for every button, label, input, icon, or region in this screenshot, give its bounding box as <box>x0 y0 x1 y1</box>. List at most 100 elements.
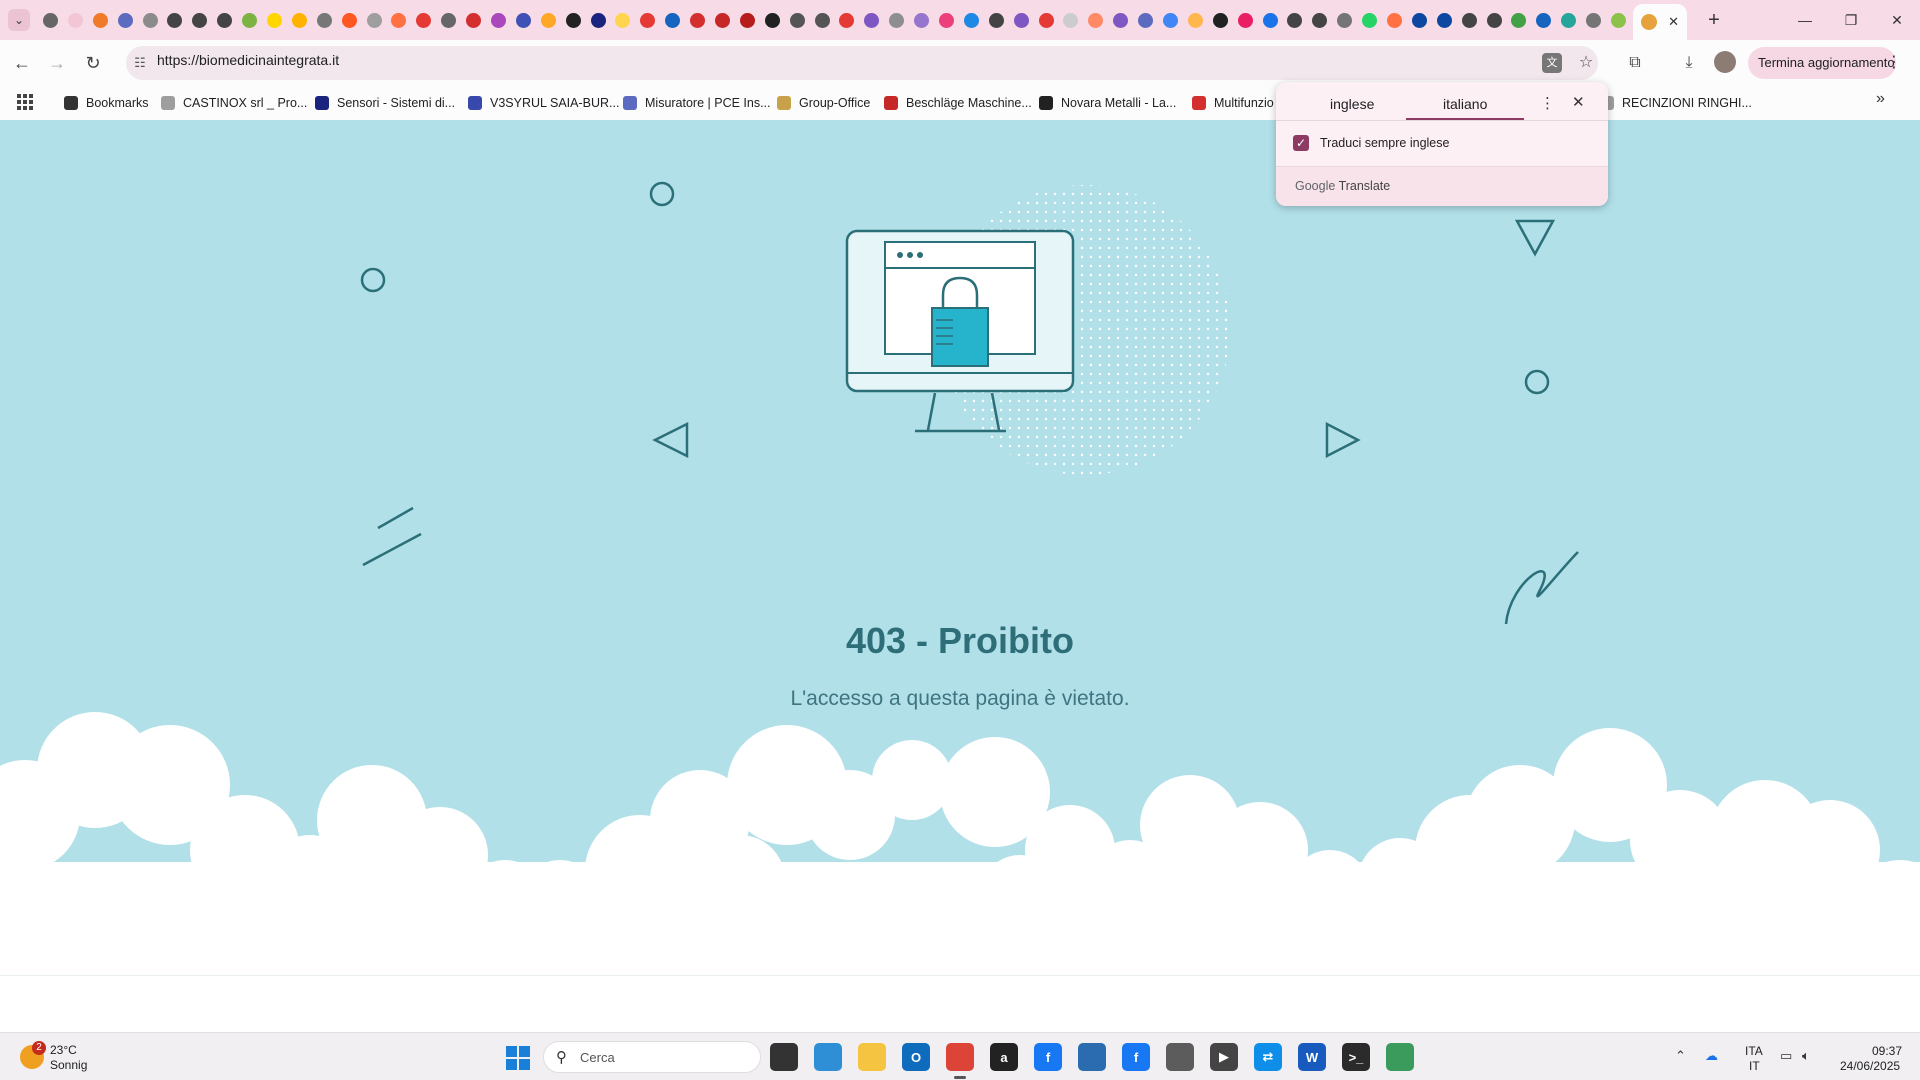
download-icon[interactable]: ⤓ <box>1677 51 1701 75</box>
word-app-icon[interactable]: W <box>1298 1043 1326 1071</box>
pinned-tab[interactable] <box>685 8 710 32</box>
extensions-icon[interactable]: ⧉ <box>1623 51 1647 75</box>
clock-time[interactable]: 09:37 <box>1872 1044 1902 1058</box>
pinned-tab[interactable] <box>1556 8 1581 32</box>
minimize-button[interactable]: — <box>1782 0 1828 40</box>
pinned-tab[interactable] <box>212 8 237 32</box>
pinned-tab[interactable] <box>436 8 461 32</box>
bookmark-item[interactable]: RECINZIONI RINGHI... <box>1600 92 1752 114</box>
address-bar[interactable] <box>126 46 1598 80</box>
tab-close-icon[interactable]: ✕ <box>1668 14 1679 30</box>
pinned-tab[interactable] <box>511 8 536 32</box>
taskbar-search[interactable] <box>543 1041 761 1073</box>
pinned-tab[interactable] <box>411 8 436 32</box>
pinned-tab[interactable] <box>88 8 113 32</box>
pinned-tab[interactable] <box>660 8 685 32</box>
pinned-tab[interactable] <box>1133 8 1158 32</box>
pinned-tab[interactable] <box>1382 8 1407 32</box>
pinned-tab[interactable] <box>561 8 586 32</box>
pinned-tab[interactable] <box>312 8 337 32</box>
bookmark-item[interactable]: Novara Metalli - La... <box>1039 92 1176 114</box>
network-icon[interactable]: ▭ <box>1780 1048 1792 1064</box>
pinned-tab[interactable] <box>461 8 486 32</box>
pinned-tab[interactable] <box>1357 8 1382 32</box>
forward-button[interactable]: → <box>45 51 69 75</box>
pinned-tab[interactable] <box>934 8 959 32</box>
clock-date[interactable]: 24/06/2025 <box>1840 1059 1900 1073</box>
chrome-app-icon[interactable] <box>946 1043 974 1079</box>
pinned-tab[interactable] <box>138 8 163 32</box>
translate-close-icon[interactable]: ✕ <box>1572 93 1585 111</box>
media-player-app-icon[interactable]: ▶ <box>1210 1043 1238 1071</box>
pinned-tab[interactable] <box>735 8 760 32</box>
pinned-tab[interactable] <box>1258 8 1283 32</box>
close-window-button[interactable]: ✕ <box>1874 0 1920 40</box>
pinned-tab[interactable] <box>113 8 138 32</box>
chevron-up-icon[interactable]: ⌃ <box>1675 1048 1686 1064</box>
pinned-tab[interactable] <box>337 8 362 32</box>
bookmark-item[interactable]: V3SYRUL SAIA-BUR... <box>468 92 619 114</box>
profile-avatar[interactable] <box>1714 51 1736 73</box>
pinned-tab[interactable] <box>1432 8 1457 32</box>
always-translate-checkbox[interactable]: ✓ <box>1293 135 1309 151</box>
pinned-tab[interactable] <box>1581 8 1606 32</box>
network-app-app-icon[interactable] <box>1386 1043 1414 1071</box>
file-explorer-app-icon[interactable] <box>858 1043 886 1071</box>
browser-menu-icon[interactable]: ⋮ <box>1886 52 1902 72</box>
pinned-tab[interactable] <box>785 8 810 32</box>
pinned-tab[interactable] <box>1457 8 1482 32</box>
pinned-tab[interactable] <box>63 8 88 32</box>
teamviewer-app-icon[interactable]: ⇄ <box>1254 1043 1282 1071</box>
update-button[interactable]: Termina aggiornamento <box>1748 47 1896 79</box>
pinned-tab[interactable] <box>586 8 611 32</box>
windows-start-icon[interactable] <box>506 1046 530 1070</box>
pinned-tab[interactable] <box>1531 8 1556 32</box>
facebook-2-app-icon[interactable]: f <box>1122 1043 1150 1071</box>
pinned-tab[interactable] <box>835 8 860 32</box>
pinned-tab[interactable] <box>959 8 984 32</box>
pinned-tab[interactable] <box>1009 8 1034 32</box>
new-tab-button[interactable]: + <box>1700 8 1728 32</box>
bookmark-item[interactable]: Beschläge Maschine... <box>884 92 1032 114</box>
bookmark-item[interactable]: Sensori - Sistemi di... <box>315 92 455 114</box>
maximize-button[interactable]: ❐ <box>1828 0 1874 40</box>
pinned-tab[interactable] <box>909 8 934 32</box>
input-locale[interactable]: IT <box>1749 1059 1760 1073</box>
weather-temp[interactable]: 23°C <box>50 1043 77 1057</box>
pinned-tab[interactable] <box>1034 8 1059 32</box>
active-tab[interactable]: ✕ <box>1633 4 1687 40</box>
pinned-tab[interactable] <box>884 8 909 32</box>
volume-icon[interactable]: 🔈︎ <box>1802 1048 1810 1064</box>
pinned-tab[interactable] <box>262 8 287 32</box>
pinned-tab[interactable] <box>810 8 835 32</box>
pinned-tab[interactable] <box>760 8 785 32</box>
site-info-icon[interactable]: ☷ <box>130 53 150 73</box>
bookmark-item[interactable]: Misuratore | PCE Ins... <box>623 92 771 114</box>
pinned-tab[interactable] <box>486 8 511 32</box>
pinned-tab[interactable] <box>162 8 187 32</box>
onedrive-icon[interactable]: ☁ <box>1705 1048 1718 1064</box>
pinned-tab[interactable] <box>1482 8 1507 32</box>
pinned-tab[interactable] <box>1183 8 1208 32</box>
url-text[interactable]: https://biomedicinaintegrata.it <box>157 52 339 68</box>
bookmark-item[interactable]: Bookmarks <box>64 92 149 114</box>
copilot-app-icon[interactable] <box>814 1043 842 1071</box>
tab-source-language[interactable]: inglese <box>1330 96 1374 112</box>
apps-grid-icon[interactable] <box>17 94 33 110</box>
pinned-tab[interactable] <box>635 8 660 32</box>
bookmark-item[interactable]: Group-Office <box>777 92 870 114</box>
pinned-tab[interactable] <box>1108 8 1133 32</box>
translate-options-icon[interactable]: ⋮ <box>1540 94 1555 112</box>
pinned-tab[interactable] <box>859 8 884 32</box>
tab-target-language[interactable]: italiano <box>1443 96 1487 112</box>
pinned-tab[interactable] <box>1059 8 1084 32</box>
pinned-tab[interactable] <box>237 8 262 32</box>
pinned-tab[interactable] <box>984 8 1009 32</box>
bookmark-star-icon[interactable]: ☆ <box>1574 51 1598 75</box>
file-explorer-dark-app-icon[interactable] <box>770 1043 798 1071</box>
reload-button[interactable]: ↻ <box>81 51 105 75</box>
pinned-tab[interactable] <box>1507 8 1532 32</box>
pinned-tab[interactable] <box>386 8 411 32</box>
search-app-app-icon[interactable] <box>1078 1043 1106 1071</box>
pinned-tab[interactable] <box>610 8 635 32</box>
